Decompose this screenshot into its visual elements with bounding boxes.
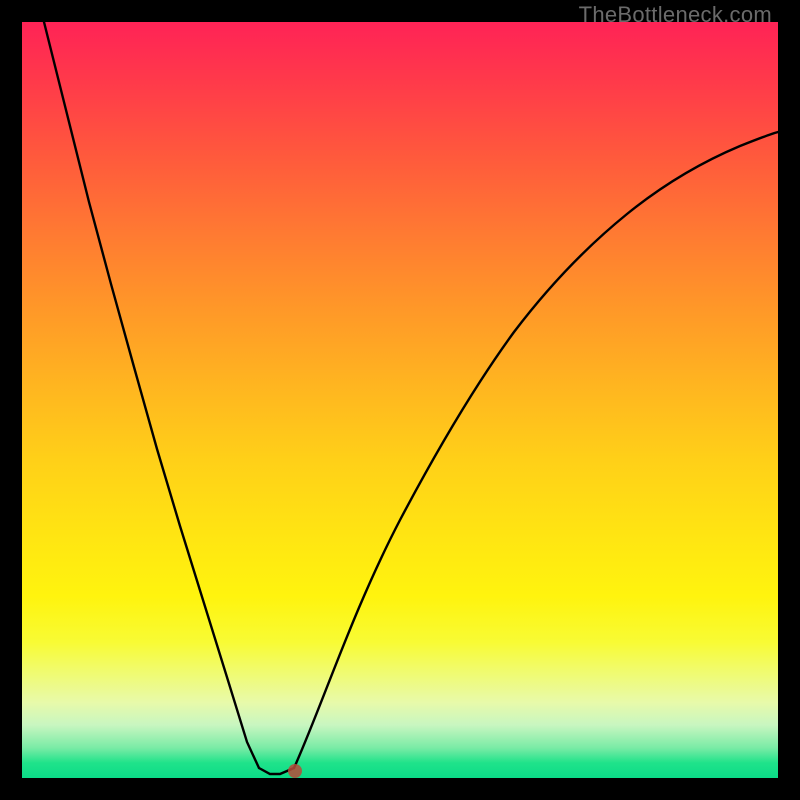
curve-right-branch <box>294 132 778 768</box>
chart-area <box>22 22 778 778</box>
curve-left-branch <box>44 22 259 768</box>
watermark-text: TheBottleneck.com <box>579 2 772 28</box>
minimum-marker <box>288 764 302 778</box>
chart-svg <box>22 22 778 778</box>
